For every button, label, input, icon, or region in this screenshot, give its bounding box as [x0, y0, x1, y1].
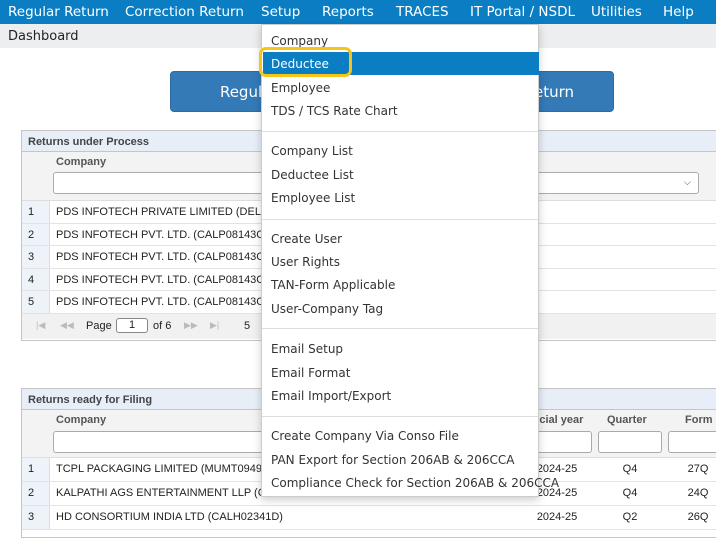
table-row[interactable]: 3 HD CONSORTIUM INDIA LTD (CALH02341D) 202… — [22, 506, 716, 530]
setup-menu-item[interactable]: User Rights — [271, 255, 340, 269]
setup-menu-item[interactable]: Email Import/Export — [271, 389, 391, 403]
setup-menu-item[interactable]: TDS / TCS Rate Chart — [271, 104, 398, 118]
prev-page-icon[interactable]: ◀◀ — [60, 320, 74, 331]
setup-menu-item[interactable]: Company — [271, 34, 328, 48]
page-size-select[interactable]: 5 — [244, 320, 250, 332]
menu-help[interactable]: Help — [663, 4, 694, 20]
setup-menu-item[interactable]: Company List — [271, 144, 353, 158]
company-cell: TCPL PACKAGING LIMITED (MUMT09495 — [56, 463, 269, 475]
row-number: 1 — [22, 201, 50, 223]
form-cell: 27Q — [687, 463, 709, 475]
menu-divider — [262, 131, 538, 132]
menu-bar: Regular Return Correction Return Setup R… — [0, 0, 716, 24]
col-quarter: Quarter — [607, 414, 647, 426]
company-cell: PDS INFOTECH PVT. LTD. (CALP08143C) — [56, 296, 268, 309]
quarter-cell: Q4 — [622, 463, 638, 475]
setup-menu-item[interactable]: Compliance Check for Section 206AB & 206… — [271, 476, 559, 490]
company-cell: HD CONSORTIUM INDIA LTD (CALH02341D) — [56, 511, 283, 523]
menu-traces[interactable]: TRACES — [396, 4, 449, 20]
quarter-cell: Q2 — [622, 511, 638, 523]
first-page-icon[interactable]: |◀ — [36, 320, 45, 331]
page-count: of 6 — [153, 319, 172, 332]
setup-dropdown-menu: Company Deductee Employee TDS / TCS Rate Ch… — [261, 24, 559, 497]
company-cell: PDS INFOTECH PVT. LTD. (CALP08143C) — [56, 228, 268, 241]
page-label: Page — [86, 319, 112, 332]
setup-menu-item[interactable]: User-Company Tag — [271, 302, 383, 316]
menu-reports[interactable]: Reports — [322, 4, 374, 20]
menu-divider — [262, 328, 538, 329]
breadcrumb[interactable]: Dashboard — [8, 29, 79, 44]
menu-divider — [262, 219, 538, 220]
quarter-cell: Q4 — [622, 487, 638, 499]
row-number: 1 — [22, 458, 50, 481]
setup-menu-item[interactable]: PAN Export for Section 206AB & 206CCA — [271, 453, 514, 467]
row-number: 2 — [22, 223, 50, 246]
menu-utilities[interactable]: Utilities — [591, 4, 642, 20]
setup-menu-item[interactable]: Employee — [271, 81, 330, 95]
company-cell: PDS INFOTECH PVT. LTD. (CALP08143C) — [56, 273, 268, 286]
setup-menu-item[interactable]: Create User — [271, 232, 342, 246]
row-number: 3 — [22, 506, 50, 529]
highlight-outline — [259, 47, 352, 77]
col-company: Company — [56, 414, 107, 426]
company-cell: PDS INFOTECH PRIVATE LIMITED (DELS — [56, 206, 269, 218]
quarter-filter-select[interactable] — [598, 431, 662, 453]
menu-setup[interactable]: Setup — [261, 4, 300, 20]
row-number: 5 — [22, 291, 50, 313]
setup-menu-item[interactable]: Employee List — [271, 191, 355, 205]
row-number: 2 — [22, 482, 50, 505]
menu-regular-return[interactable]: Regular Return — [8, 4, 109, 20]
col-form: Form — [685, 414, 713, 426]
company-cell: PDS INFOTECH PVT. LTD. (CALP08143C) — [56, 251, 268, 264]
company-cell: KALPATHI AGS ENTERTAINMENT LLP (CHEK — [56, 487, 289, 499]
row-number: 4 — [22, 268, 50, 291]
menu-it-portal[interactable]: IT Portal / NSDL — [470, 4, 575, 20]
setup-menu-item[interactable]: Email Format — [271, 366, 350, 380]
menu-correction-return[interactable]: Correction Return — [125, 4, 244, 20]
page-input[interactable]: 1 — [116, 317, 148, 333]
form-filter-select[interactable] — [668, 431, 716, 453]
col-company: Company — [56, 156, 107, 168]
row-number: 3 — [22, 246, 50, 268]
form-cell: 24Q — [687, 487, 709, 499]
form-cell: 26Q — [687, 511, 709, 523]
setup-menu-item[interactable]: Email Setup — [271, 342, 343, 356]
fy-cell: 2024-25 — [536, 511, 578, 523]
menu-divider — [262, 416, 538, 417]
last-page-icon[interactable]: ▶| — [210, 320, 219, 331]
setup-menu-item[interactable]: Create Company Via Conso File — [271, 429, 459, 443]
setup-menu-item[interactable]: TAN-Form Applicable — [271, 278, 395, 292]
setup-menu-item[interactable]: Deductee List — [271, 168, 354, 182]
next-page-icon[interactable]: ▶▶ — [184, 320, 198, 331]
chevron-down-icon: ⌵ — [684, 177, 691, 187]
